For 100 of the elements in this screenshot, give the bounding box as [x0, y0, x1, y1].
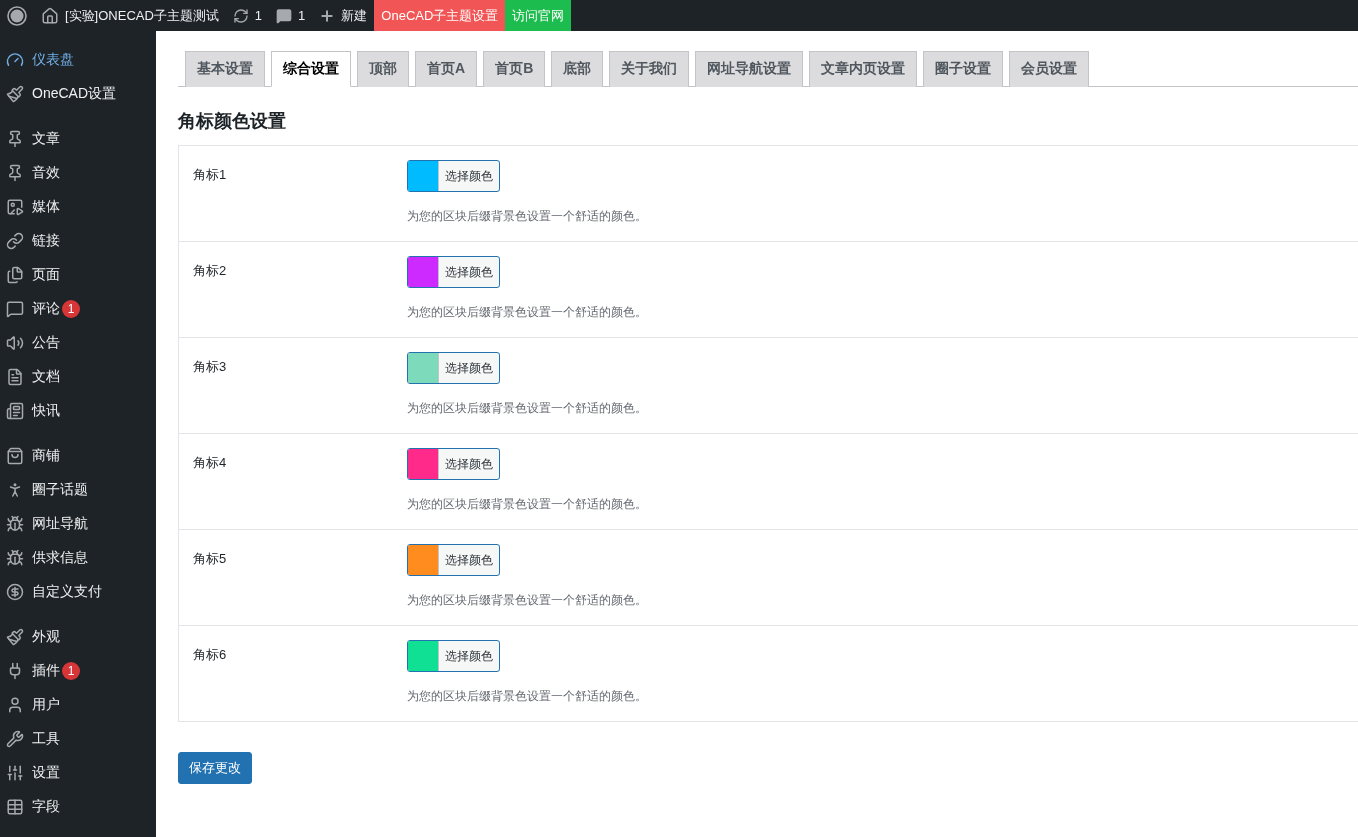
menu-label: 自定义支付 — [32, 583, 102, 601]
tab[interactable]: 基本设置 — [185, 51, 265, 87]
menu-item[interactable]: 工具 — [0, 722, 156, 756]
pin-icon — [6, 130, 24, 148]
menu-item[interactable]: 链接 — [0, 224, 156, 258]
tab[interactable]: 关于我们 — [609, 51, 690, 87]
color-picker-button[interactable]: 选择颜色 — [407, 352, 500, 384]
menu-item[interactable]: 外观 — [0, 620, 156, 654]
gauge-icon — [6, 51, 24, 69]
save-button[interactable]: 保存更改 — [178, 752, 252, 784]
tab[interactable]: 会员设置 — [1009, 51, 1090, 87]
field-label: 角标6 — [193, 646, 228, 664]
menu-item[interactable]: 供求信息 — [0, 541, 156, 575]
wrench-icon — [6, 730, 24, 748]
sliders-icon — [6, 764, 24, 782]
tab[interactable]: 首页B — [483, 51, 546, 87]
menu-label: 供求信息 — [32, 549, 88, 567]
field-description: 为您的区块后缀背景色设置一个舒适的颜色。 — [407, 208, 648, 225]
updates-icon[interactable] — [232, 7, 249, 24]
menu-item[interactable]: 插件 1 — [0, 654, 156, 688]
newspaper-icon — [6, 402, 24, 420]
menu-label: 仪表盘 — [32, 51, 74, 69]
comment-icon — [6, 300, 24, 318]
menu-item[interactable]: 仪表盘 — [0, 43, 156, 77]
tab[interactable]: 综合设置 — [271, 51, 351, 87]
menu-item[interactable]: 用户 — [0, 688, 156, 722]
menu-label: 评论 — [32, 300, 60, 318]
count-badge: 1 — [62, 662, 80, 680]
field-label: 角标5 — [193, 550, 228, 568]
menu-item[interactable]: 页面 — [0, 258, 156, 292]
menu-label: 公告 — [32, 334, 60, 352]
field-description: 为您的区块后缀背景色设置一个舒适的颜色。 — [407, 496, 648, 513]
bag-icon — [6, 447, 24, 465]
menu-label: 外观 — [32, 628, 60, 646]
brush-icon — [6, 85, 24, 103]
menu-item[interactable]: 设置 — [0, 756, 156, 790]
tab[interactable]: 底部 — [551, 51, 604, 87]
media-icon — [6, 198, 24, 216]
menu-label: 设置 — [32, 764, 60, 782]
link-icon — [6, 232, 24, 250]
document-icon — [6, 368, 24, 386]
count-badge: 1 — [62, 300, 80, 318]
field-label: 角标2 — [193, 262, 228, 280]
menu-label: 音效 — [32, 164, 60, 182]
tab[interactable]: 顶部 — [357, 51, 409, 87]
tab[interactable]: 首页A — [415, 51, 478, 87]
tab[interactable]: 圈子设置 — [923, 51, 1004, 87]
field-description: 为您的区块后缀背景色设置一个舒适的颜色。 — [407, 592, 648, 609]
menu-item[interactable]: 圈子话题 — [0, 473, 156, 507]
menu-item[interactable]: OneCAD设置 — [0, 77, 156, 111]
menu-item[interactable]: 文档 — [0, 360, 156, 394]
menu-item[interactable]: 商铺 — [0, 439, 156, 473]
menu-label: 用户 — [32, 696, 60, 714]
table-icon — [6, 798, 24, 816]
menu-label: 工具 — [32, 730, 60, 748]
color-picker-button[interactable]: 选择颜色 — [407, 160, 500, 192]
color-picker-button[interactable]: 选择颜色 — [407, 544, 500, 576]
menu-item[interactable]: 媒体 — [0, 190, 156, 224]
tab[interactable]: 网址导航设置 — [695, 51, 804, 87]
updates-count[interactable]: 1 — [254, 8, 263, 23]
menu-item[interactable]: 快讯 — [0, 394, 156, 428]
pin-icon — [6, 164, 24, 182]
menu-item[interactable]: 网址导航 — [0, 507, 156, 541]
menu-label: OneCAD设置 — [32, 85, 117, 103]
speaker-icon — [6, 334, 24, 352]
field-label: 角标1 — [193, 166, 228, 184]
section-title: 角标颜色设置 — [178, 110, 287, 133]
menu-item[interactable]: 自定义支付 — [0, 575, 156, 609]
field-description: 为您的区块后缀背景色设置一个舒适的颜色。 — [407, 304, 648, 321]
menu-label: 网址导航 — [32, 515, 88, 533]
home-icon[interactable] — [41, 6, 59, 25]
menu-item[interactable]: 评论 1 — [0, 292, 156, 326]
menu-item[interactable]: 字段 — [0, 790, 156, 824]
dollar-icon — [6, 583, 24, 601]
menu-item[interactable]: 音效 — [0, 156, 156, 190]
field-label: 角标3 — [193, 358, 228, 376]
color-picker-button[interactable]: 选择颜色 — [407, 256, 500, 288]
color-picker-button[interactable]: 选择颜色 — [407, 448, 500, 480]
menu-item[interactable]: 公告 — [0, 326, 156, 360]
bug-icon — [6, 515, 24, 533]
menu-label: 页面 — [32, 266, 60, 284]
menu-label: 插件 — [32, 662, 60, 680]
field-label: 角标4 — [193, 454, 228, 472]
new-link[interactable]: 新建 — [341, 6, 368, 25]
menu-label: 文章 — [32, 130, 60, 148]
brush-icon — [6, 628, 24, 646]
menu-label: 商铺 — [32, 447, 60, 465]
user-icon — [6, 696, 24, 714]
pages-icon — [6, 266, 24, 284]
menu-label: 圈子话题 — [32, 481, 88, 499]
menu-item[interactable]: 文章 — [0, 122, 156, 156]
tab[interactable]: 文章内页设置 — [809, 51, 918, 87]
menu-label: 字段 — [32, 798, 60, 816]
comment-icon[interactable] — [276, 7, 293, 24]
field-description: 为您的区块后缀背景色设置一个舒适的颜色。 — [407, 400, 648, 417]
comments-count[interactable]: 1 — [298, 8, 306, 23]
menu-label: 媒体 — [32, 198, 60, 216]
color-picker-button[interactable]: 选择颜色 — [407, 640, 500, 672]
site-title[interactable]: [实验]ONECAD子主题测试 — [65, 6, 219, 25]
menu-label: 链接 — [32, 232, 60, 250]
